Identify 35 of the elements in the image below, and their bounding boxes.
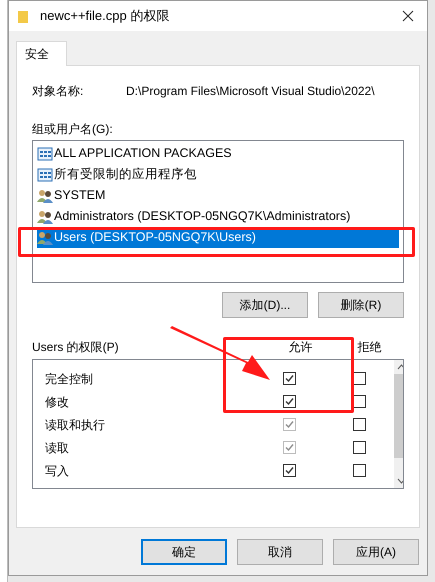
permission-name: 读取和执行	[45, 416, 106, 434]
dialog-button[interactable]: 确定	[141, 539, 227, 565]
checkbox[interactable]	[282, 395, 296, 408]
group-item[interactable]: Administrators (DESKTOP-05NGQ7K\Administrators)	[37, 206, 399, 227]
group-item[interactable]: SYSTEM	[37, 185, 399, 206]
permission-name: 修改	[45, 394, 70, 410]
users-icon	[37, 188, 53, 202]
close-icon	[402, 10, 414, 22]
group-item[interactable]: 所有受限制的应用程序包	[37, 164, 399, 185]
group-item[interactable]: ALL APPLICATION PACKAGES	[37, 143, 399, 164]
folder-icon	[18, 10, 28, 22]
checkbox[interactable]	[282, 372, 296, 385]
object-name-value: D:\Program Files\Microsoft Visual Studio\2022\	[126, 83, 375, 100]
checkbox[interactable]	[352, 441, 366, 454]
package-icon	[37, 146, 53, 160]
checkbox[interactable]	[352, 464, 366, 477]
permission-name: 读取	[45, 440, 70, 456]
package-icon	[37, 168, 53, 182]
permission-name: 写入	[45, 462, 70, 480]
column-header: 拒绝	[356, 339, 383, 356]
object-name-label: 对象名称:	[32, 83, 84, 100]
dialog-button[interactable]: 应用(A)	[333, 539, 419, 565]
window-title: newc++file.cpp 的权限	[40, 7, 170, 26]
dialog-button[interactable]: 删除(R)	[318, 292, 404, 318]
dialog-button[interactable]: 添加(D)...	[222, 292, 308, 318]
permission-name: 完全控制	[45, 370, 94, 388]
tab[interactable]: 安全	[16, 41, 67, 66]
column-header: 允许	[288, 339, 314, 356]
checkbox[interactable]	[352, 418, 366, 431]
dialog-button[interactable]: 取消	[237, 539, 323, 565]
permissions-label: Users 的权限(P)	[32, 339, 120, 356]
users-icon	[37, 210, 53, 224]
users-icon	[37, 230, 53, 244]
groups-label: 组或用户名(G):	[32, 121, 114, 136]
checkbox[interactable]	[282, 464, 296, 477]
